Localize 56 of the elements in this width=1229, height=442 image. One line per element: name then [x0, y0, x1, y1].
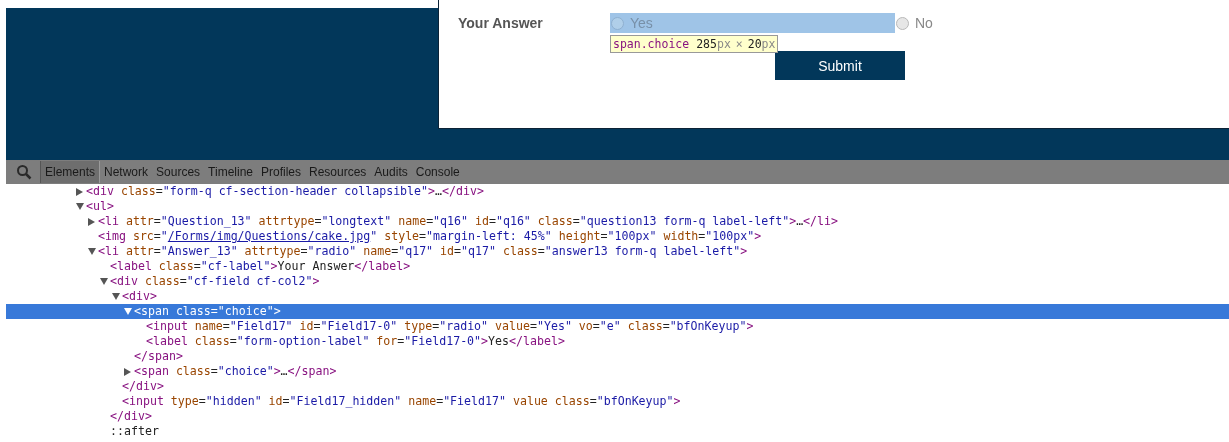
- code-line: </div>: [110, 409, 152, 424]
- link[interactable]: /Forms/img/Questions/cake.jpg: [167, 229, 371, 243]
- tree-row[interactable]: <li attr="Question_13" attrtype="longtext" name="q16" id="q16" class="question13 form-q label-left">…</li>: [6, 214, 1229, 229]
- code-line: <li attr="Question_13" attrtype="longtext" name="q16" id="q16" class="question13 form-q label-left">…</li>: [98, 214, 838, 229]
- choice-label: Yes: [630, 15, 653, 31]
- radio-choice[interactable]: No: [895, 13, 933, 33]
- question-label: Your Answer: [458, 14, 544, 33]
- submit-button[interactable]: Submit: [775, 51, 905, 80]
- code-line: <div class="form-q cf-section-header collapsible">…</div>: [86, 184, 484, 199]
- code-line: </span>: [134, 349, 183, 364]
- selected-row[interactable]: <span class="choice">: [6, 304, 1229, 319]
- tree-row[interactable]: </div>: [6, 379, 1229, 394]
- disclosure-triangle-icon[interactable]: [76, 203, 84, 210]
- code-line: <ul>: [86, 199, 114, 214]
- code-line: ::after: [110, 424, 159, 439]
- choice-label: No: [915, 15, 933, 31]
- search-icon[interactable]: [16, 164, 32, 180]
- disclosure-triangle-icon[interactable]: [88, 217, 95, 226]
- disclosure-triangle-icon[interactable]: [124, 367, 131, 376]
- devtools-tab[interactable]: Network: [100, 161, 153, 183]
- tree-row[interactable]: <input name="Field17" id="Field17-0" type="radio" value="Yes" vo="e" class="bfOnKeyup">: [6, 319, 1229, 334]
- devtools-tab[interactable]: Audits: [370, 161, 412, 183]
- code-line: <li attr="Answer_13" attrtype="radio" name="q17" id="q17" class="answer13 form-q label-left">: [98, 244, 748, 259]
- tree-row[interactable]: <label class="form-option-label" for="Field17-0">Yes</label>: [6, 334, 1229, 349]
- devtools-tab[interactable]: Profiles: [257, 161, 305, 183]
- disclosure-triangle-icon[interactable]: [76, 187, 83, 196]
- tree-row[interactable]: ::after: [6, 424, 1229, 439]
- tree-row[interactable]: <label class="cf-label">Your Answer</label>: [6, 259, 1229, 274]
- code-line: <input type="hidden" id="Field17_hidden" name="Field17" value class="bfOnKeyup">: [122, 394, 681, 409]
- devtools-tab[interactable]: Resources: [305, 161, 371, 183]
- tree-row[interactable]: <img src="/Forms/img/Questions/cake.jpg" style="margin-left: 45%" height="100px" width="100px">: [6, 229, 1229, 244]
- tree-row[interactable]: <ul>: [6, 199, 1229, 214]
- disclosure-triangle-icon[interactable]: [88, 248, 96, 255]
- tree-row[interactable]: <li attr="Answer_13" attrtype="radio" name="q17" id="q17" class="answer13 form-q label-left">: [6, 244, 1229, 259]
- code-line: <div>: [122, 289, 157, 304]
- devtools-tab[interactable]: Sources: [152, 161, 205, 183]
- devtools-tab[interactable]: Timeline: [204, 161, 257, 183]
- tree-row[interactable]: <div class="form-q cf-section-header collapsible">…</div>: [6, 184, 1229, 199]
- tree-row[interactable]: </span>: [6, 349, 1229, 364]
- code-line: <img src="/Forms/img/Questions/cake.jpg" style="margin-left: 45%" height="100px" width="100px">: [98, 229, 762, 244]
- code-line: <span class="choice">: [134, 304, 281, 319]
- tree-row[interactable]: <input type="hidden" id="Field17_hidden" name="Field17" value class="bfOnKeyup">: [6, 394, 1229, 409]
- devtools-tab[interactable]: Console: [411, 161, 464, 183]
- code-line: <div class="cf-field cf-col2">: [110, 274, 320, 289]
- radio-button[interactable]: [896, 16, 909, 30]
- radio-button[interactable]: [611, 16, 624, 30]
- inspect-tooltip: span.choice 285px × 20px: [610, 35, 779, 53]
- tree-row[interactable]: </div>: [6, 409, 1229, 424]
- tree-row[interactable]: <div class="cf-field cf-col2">: [6, 274, 1229, 289]
- code-line: <input name="Field17" id="Field17-0" type="radio" value="Yes" vo="e" class="bfOnKeyup">: [146, 319, 754, 334]
- code-line: </div>: [122, 379, 164, 394]
- disclosure-triangle-icon[interactable]: [100, 278, 108, 285]
- code-line: <label class="form-option-label" for="Field17-0">Yes</label>: [146, 334, 565, 349]
- code-line: <span class="choice">…</span>: [134, 364, 337, 379]
- code-line: <label class="cf-label">Your Answer</label>: [110, 259, 411, 274]
- tree-row[interactable]: <span class="choice">…</span>: [6, 364, 1229, 379]
